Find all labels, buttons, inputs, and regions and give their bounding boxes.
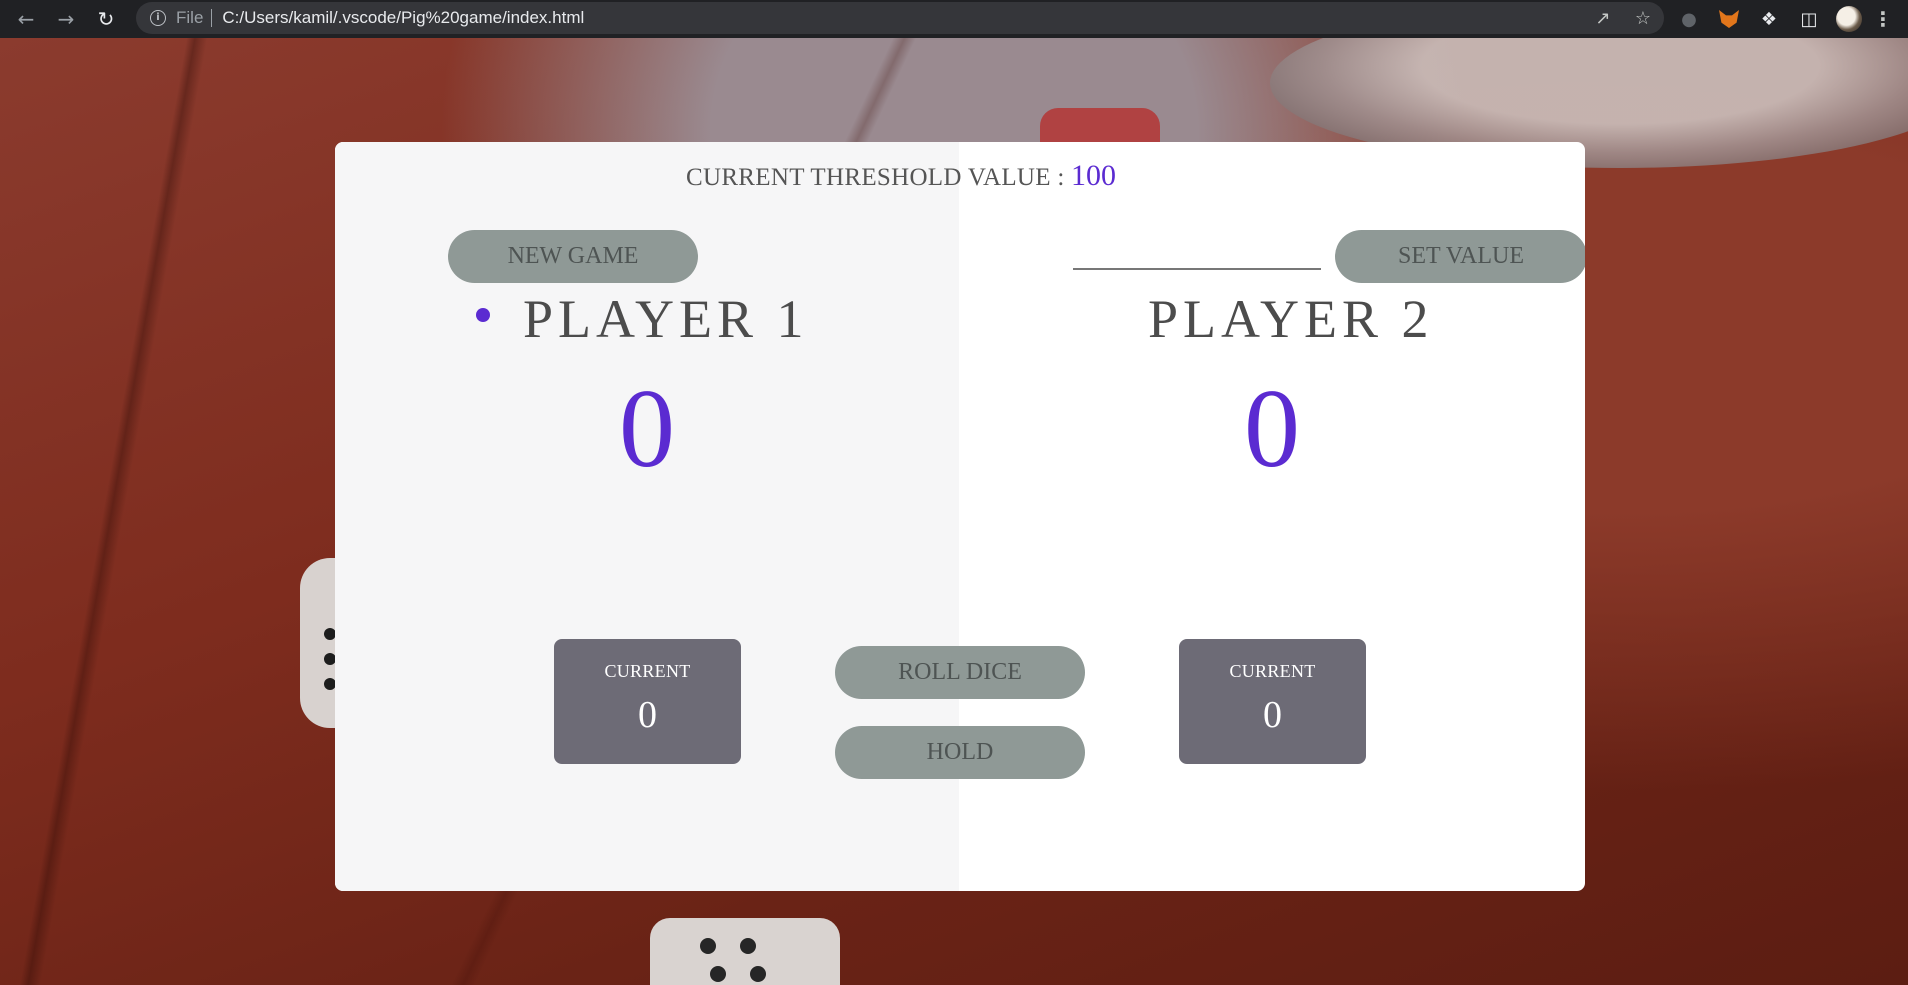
active-player-indicator — [476, 308, 490, 322]
set-value-button[interactable]: SET VALUE — [1335, 230, 1585, 283]
url-text[interactable]: C:/Users/kamil/.vscode/Pig%20game/index.… — [222, 8, 584, 28]
share-icon[interactable]: ↗ — [1592, 8, 1614, 29]
player-1-current-box: CURRENT 0 — [554, 639, 741, 764]
player-1-score: 0 — [619, 367, 675, 491]
player-2-current-value: 0 — [1263, 694, 1282, 736]
address-divider — [211, 9, 213, 27]
hold-button[interactable]: HOLD — [835, 726, 1085, 779]
reload-icon[interactable]: ↻ — [92, 5, 120, 33]
roll-dice-button[interactable]: ROLL DICE — [835, 646, 1085, 699]
player-2-current-box: CURRENT 0 — [1179, 639, 1366, 764]
player-1-name: PLAYER 1 — [523, 289, 809, 349]
menu-dots-icon[interactable]: ⋮ — [1873, 6, 1893, 32]
star-icon[interactable]: ☆ — [1632, 8, 1654, 29]
metamask-fox-icon[interactable] — [1716, 6, 1742, 32]
threshold-input[interactable] — [1073, 244, 1321, 270]
player-2-score: 0 — [1244, 367, 1300, 491]
puzzle-extensions-icon[interactable]: ❖ — [1756, 6, 1782, 32]
address-bar[interactable]: i File C:/Users/kamil/.vscode/Pig%20game… — [136, 2, 1664, 34]
scheme-label: File — [176, 8, 204, 27]
new-game-button[interactable]: NEW GAME — [448, 230, 698, 283]
info-icon[interactable]: i — [150, 10, 166, 26]
game-board: CURRENT THRESHOLD VALUE : 100 NEW GAME S… — [335, 142, 1585, 891]
side-panel-icon[interactable]: ◫ — [1796, 6, 1822, 32]
profile-avatar[interactable] — [1836, 6, 1862, 32]
player-1-current-value: 0 — [638, 694, 657, 736]
extension-robot-icon[interactable]: ● — [1676, 6, 1702, 32]
threshold-label: CURRENT THRESHOLD VALUE : — [686, 164, 1065, 191]
forward-arrow-icon[interactable]: → — [52, 5, 80, 33]
back-arrow-icon[interactable]: ← — [12, 5, 40, 33]
player-2-current-label: CURRENT — [1229, 661, 1316, 681]
player-1-current-label: CURRENT — [604, 661, 691, 681]
player-2-name: PLAYER 2 — [1148, 289, 1434, 349]
browser-toolbar: ← → ↻ i File C:/Users/kamil/.vscode/Pig%… — [0, 0, 1908, 38]
threshold-value: 100 — [1071, 159, 1116, 192]
background-die-bottom — [650, 918, 840, 985]
